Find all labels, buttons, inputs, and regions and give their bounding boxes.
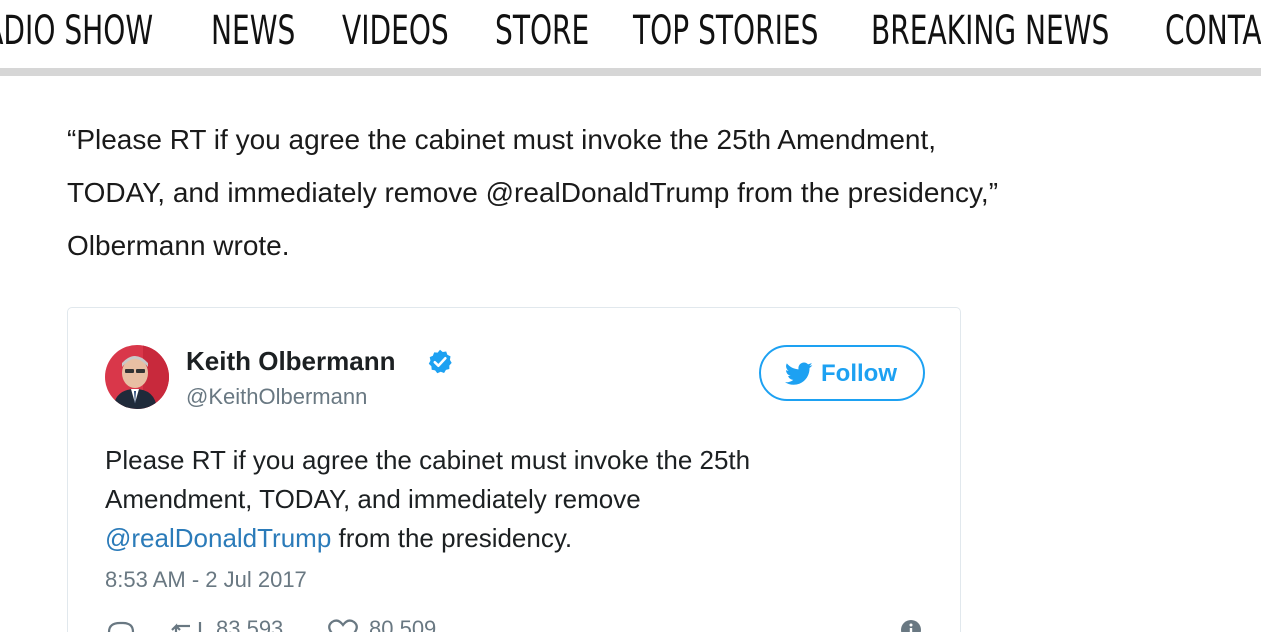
tweet-actions: 83,593 80,509 xyxy=(105,616,925,632)
avatar-image xyxy=(105,345,169,409)
avatar[interactable] xyxy=(105,345,169,409)
follow-label: Follow xyxy=(821,360,897,387)
nav-item-videos[interactable]: VIDEOS xyxy=(342,8,449,54)
author-name[interactable]: Keith Olbermann xyxy=(186,346,395,377)
nav-divider-bar xyxy=(0,68,1261,76)
follow-button[interactable]: Follow xyxy=(759,345,925,401)
twitter-bird-icon xyxy=(785,362,813,385)
nav-item-contact[interactable]: CONTACT xyxy=(1165,8,1261,54)
tweet-text-line-3: from the presidency. xyxy=(331,523,573,553)
tweet-text-line-1: Please RT if you agree the cabinet must … xyxy=(105,445,751,475)
reply-icon xyxy=(107,621,135,632)
nav-item-breaking-news[interactable]: BREAKING NEWS xyxy=(871,8,1109,54)
like-count: 80,509 xyxy=(369,616,437,632)
heart-icon xyxy=(328,619,358,632)
top-navigation: RADIO SHOW NEWS VIDEOS STORE TOP STORIES… xyxy=(0,0,1261,68)
article-quote-line-1: “Please RT if you agree the cabinet must… xyxy=(67,124,937,155)
nav-item-top-stories[interactable]: TOP STORIES xyxy=(633,8,818,54)
tweet-text-line-2: Amendment, TODAY, and immediately remove xyxy=(105,484,641,514)
verified-badge-icon xyxy=(428,349,452,374)
retweet-count: 83,593 xyxy=(216,616,284,632)
tweet-timestamp[interactable]: 8:53 AM - 2 Jul 2017 xyxy=(105,567,307,593)
info-icon xyxy=(901,620,921,632)
tweet-text: Please RT if you agree the cabinet must … xyxy=(105,441,865,558)
retweet-icon xyxy=(171,622,202,632)
mention-link[interactable]: @realDonaldTrump xyxy=(105,523,331,553)
article-quote-line-3: Olbermann wrote. xyxy=(67,230,290,261)
embedded-tweet: Keith Olbermann @KeithOlbermann Follow P… xyxy=(67,307,961,632)
article-quote-line-2: TODAY, and immediately remove @realDonal… xyxy=(67,177,999,208)
author-handle[interactable]: @KeithOlbermann xyxy=(186,384,367,410)
nav-item-store[interactable]: STORE xyxy=(495,8,589,54)
nav-item-news[interactable]: NEWS xyxy=(211,8,295,54)
article-paragraph: “Please RT if you agree the cabinet must… xyxy=(67,113,1227,272)
nav-item-radio-show[interactable]: RADIO SHOW xyxy=(0,8,153,54)
